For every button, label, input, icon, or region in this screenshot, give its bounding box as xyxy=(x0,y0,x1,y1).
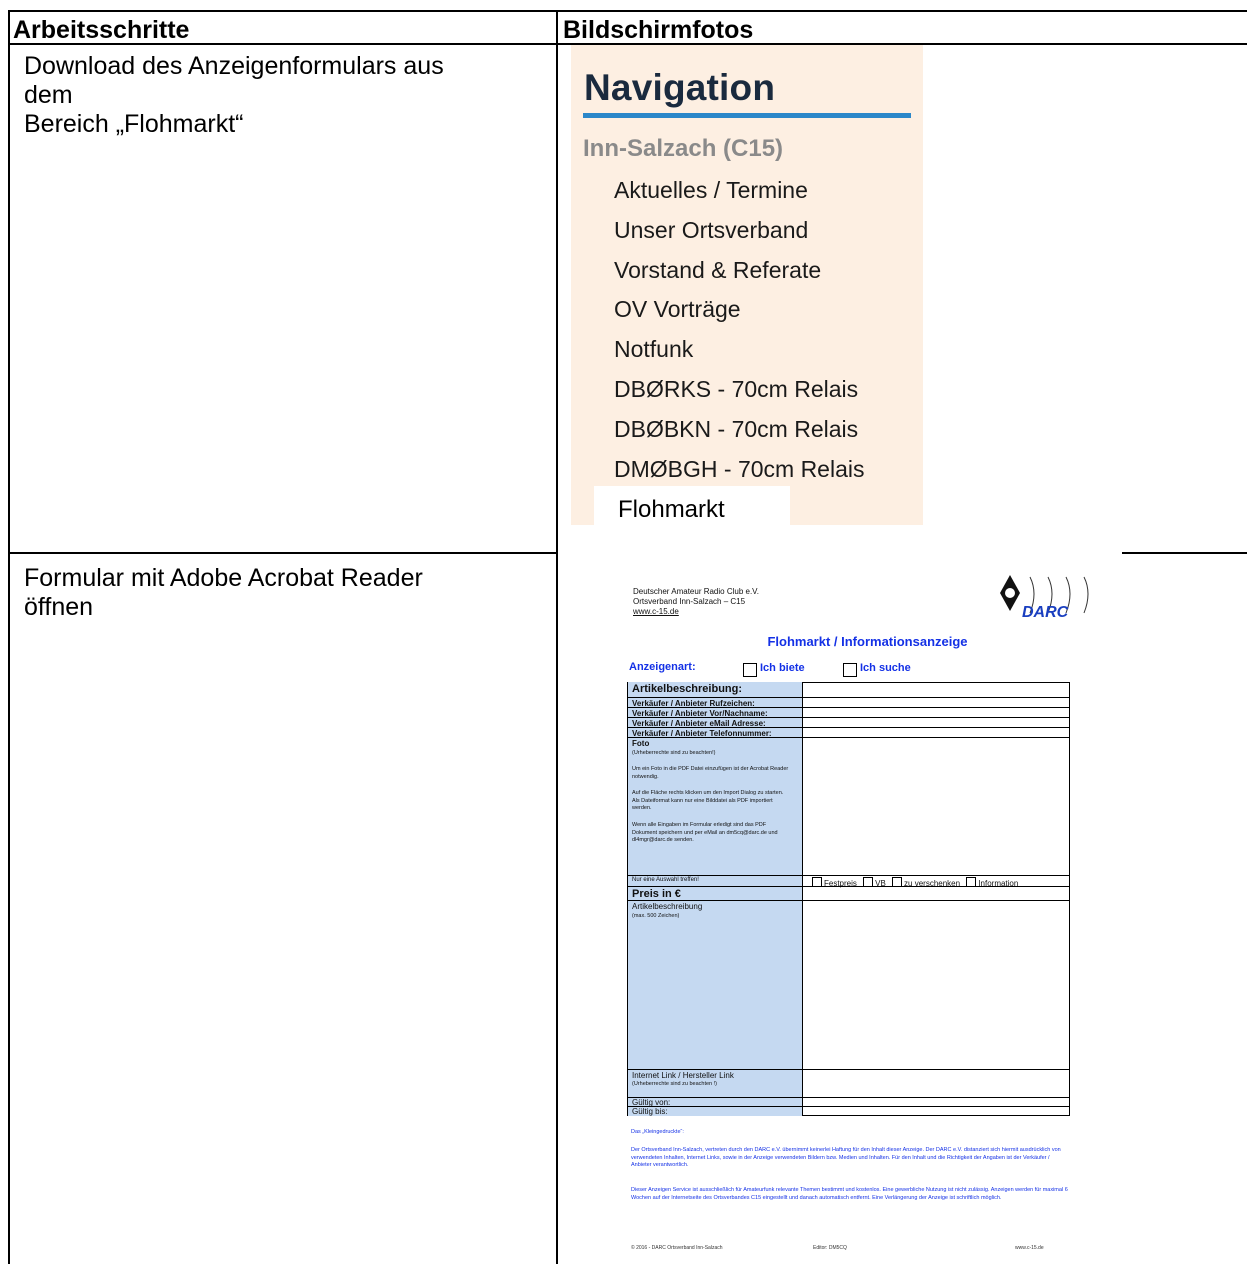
table-border-top xyxy=(8,10,1247,12)
form-link-note: (Urheberrechte sind zu beachten !) xyxy=(632,1081,717,1087)
row2-step: Formular mit Adobe Acrobat Reader öffnen xyxy=(24,564,544,622)
form-row-artikel[interactable]: Artikelbeschreibung: xyxy=(628,682,1069,697)
form-screenshot: Deutscher Amateur Radio Club e.V. Ortsve… xyxy=(615,565,1120,1255)
nav-item-dmobgh[interactable]: DMØBGH - 70cm Relais xyxy=(614,456,864,483)
form-footer-heading: Das „Kleingedruckte“: xyxy=(631,1129,684,1135)
form-foto-help3: Wenn alle Eingaben im Formular erledigt … xyxy=(632,822,778,843)
form-org-url: www.c-15.de xyxy=(633,607,679,616)
form-org-block: Deutscher Amateur Radio Club e.V. Ortsve… xyxy=(633,587,759,617)
form-row-link[interactable]: Internet Link / Hersteller Link (Urheber… xyxy=(628,1069,1069,1098)
form-row-foto[interactable]: Foto (Urheberrechte sind zu beachten!) U… xyxy=(628,737,1069,876)
header-steps: Arbeitsschritte xyxy=(13,16,190,44)
form-type-label: Anzeigenart: xyxy=(629,661,696,673)
row1-step-line2: dem xyxy=(24,81,73,109)
label-ich-biete: Ich biete xyxy=(760,662,805,674)
form-label-foto: Foto xyxy=(632,739,650,748)
table-border-middle xyxy=(556,10,558,1264)
row2-step-line2: öffnen xyxy=(24,593,94,621)
nav-title-underline xyxy=(583,113,911,118)
nav-item-dborks[interactable]: DBØRKS - 70cm Relais xyxy=(614,376,858,403)
label-ich-suche: Ich suche xyxy=(860,662,911,674)
nav-item-dbobkn[interactable]: DBØBKN - 70cm Relais xyxy=(614,416,858,443)
form-row-preis[interactable]: Preis in € xyxy=(628,886,1069,901)
form-label-beschreibung: Artikelbeschreibung xyxy=(632,902,703,911)
nav-item-flohmarkt-label: Flohmarkt xyxy=(618,496,725,523)
navigation-screenshot: Navigation Inn-Salzach (C15) Aktuelles /… xyxy=(571,45,923,525)
nav-title: Navigation xyxy=(584,67,776,108)
table-border-left xyxy=(8,10,10,1264)
darc-logo-text: DARC xyxy=(1022,604,1069,621)
checkbox-ich-suche[interactable] xyxy=(843,663,857,677)
header-screenshots: Bildschirmfotos xyxy=(563,16,754,44)
nav-item-vorstand[interactable]: Vorstand & Referate xyxy=(614,257,821,284)
form-title: Flohmarkt / Informationsanzeige xyxy=(767,634,968,649)
row1-step: Download des Anzeigenformulars aus dem B… xyxy=(24,52,544,139)
form-label-link: Internet Link / Hersteller Link xyxy=(632,1071,734,1080)
form-foto-note: (Urheberrechte sind zu beachten!) xyxy=(632,750,716,756)
table-border-row1-left xyxy=(8,552,556,554)
form-row-beschreibung[interactable]: Artikelbeschreibung (max. 500 Zeichen) xyxy=(628,900,1069,1070)
form-label-preis: Preis in € xyxy=(632,888,681,900)
form-footer-p2: Dieser Anzeigen Service ist ausschließli… xyxy=(631,1187,1068,1201)
nav-item-aktuelles[interactable]: Aktuelles / Termine xyxy=(614,177,808,204)
nav-item-flohmarkt[interactable]: Flohmarkt xyxy=(594,486,790,525)
table-border-row1-right xyxy=(1122,552,1247,554)
row1-step-line1: Download des Anzeigenformulars aus xyxy=(24,52,444,80)
form-org-line1: Deutscher Amateur Radio Club e.V. xyxy=(633,587,759,596)
row2-step-line1: Formular mit Adobe Acrobat Reader xyxy=(24,564,423,592)
darc-logo-icon: DARC xyxy=(1000,575,1089,621)
form-beschreibung-note: (max. 500 Zeichen) xyxy=(632,913,680,919)
form-label-gueltig-bis: Gültig bis: xyxy=(632,1107,668,1116)
nav-item-vortraege[interactable]: OV Vorträge xyxy=(614,296,741,323)
row1-step-line3: Bereich „Flohmarkt“ xyxy=(24,110,244,138)
form-foto-help1: Um ein Foto in die PDF Datei einzufügen … xyxy=(632,766,789,780)
form-label-auswahl: Nur eine Auswahl treffen! xyxy=(632,877,699,883)
form-foto-help2: Auf die Fläche rechts klicken um den Imp… xyxy=(632,790,784,811)
form-org-line2: Ortsverband Inn-Salzach – C15 xyxy=(633,597,746,606)
form-bottom-right: www.c-15.de xyxy=(1015,1245,1044,1251)
nav-item-ortsverband[interactable]: Unser Ortsverband xyxy=(614,217,808,244)
form-table: Artikelbeschreibung: Verkäufer / Anbiete… xyxy=(627,682,1070,1116)
form-footer-p1: Der Ortsverband Inn-Salzach, vertreten d… xyxy=(631,1147,1061,1168)
form-row-gueltig-bis[interactable]: Gültig bis: xyxy=(628,1106,1069,1116)
form-label-artikel: Artikelbeschreibung: xyxy=(632,683,743,695)
form-bottom-mid: Editor: DM5CQ xyxy=(813,1245,847,1251)
nav-section-title: Inn-Salzach (C15) xyxy=(583,135,784,162)
form-bottom-left: © 2016 - DARC Ortsverband Inn-Salzach xyxy=(631,1245,723,1251)
checkbox-ich-biete[interactable] xyxy=(743,663,757,677)
nav-item-notfunk[interactable]: Notfunk xyxy=(614,336,693,363)
